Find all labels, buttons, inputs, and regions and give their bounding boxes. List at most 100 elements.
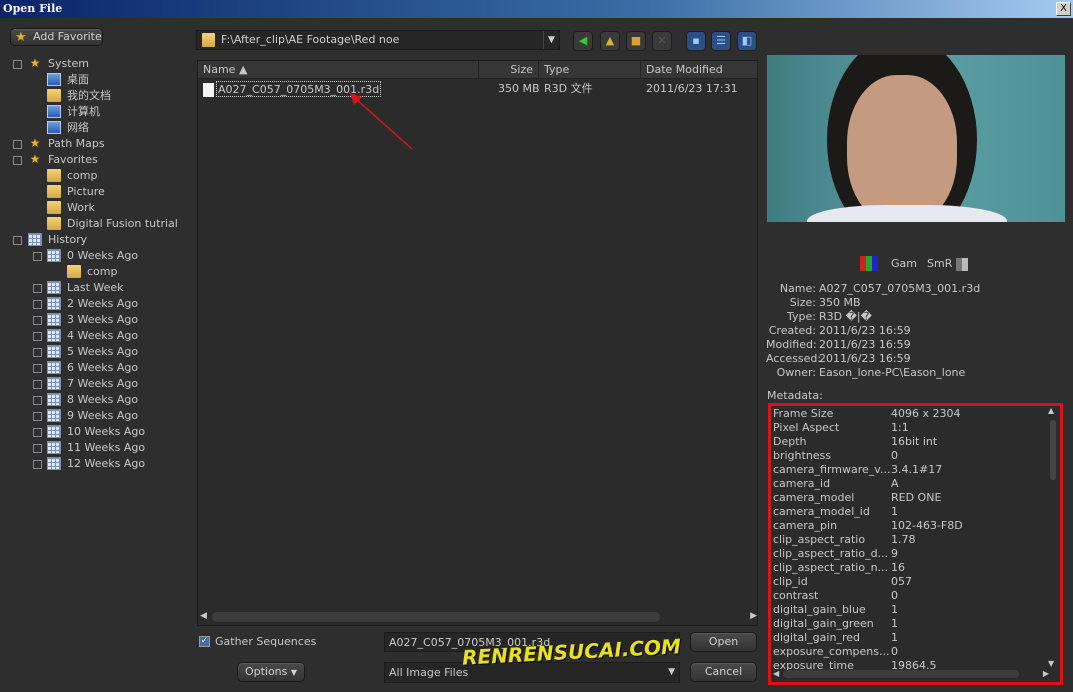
options-button[interactable]: Options ▼ <box>237 662 305 682</box>
view-details-icon[interactable]: ◧ <box>737 31 757 51</box>
cancel-button[interactable]: Cancel <box>690 662 757 682</box>
chevron-down-icon[interactable]: ▼ <box>543 31 559 49</box>
info-label: Accessed: <box>766 352 822 365</box>
tree-item[interactable]: Digital Fusion tutrial <box>0 216 190 232</box>
alpha-channel-icon[interactable] <box>956 258 968 271</box>
options-label: Options <box>244 665 288 678</box>
expand-collapse-checkbox[interactable] <box>33 252 42 261</box>
tree-item[interactable]: 8 Weeks Ago <box>0 392 190 408</box>
tree-item[interactable]: 网络 <box>0 120 190 136</box>
tree-item[interactable]: History <box>0 232 190 248</box>
tree-item[interactable]: 12 Weeks Ago <box>0 456 190 472</box>
tree-item[interactable]: ★ Favorites <box>0 152 190 168</box>
expand-collapse-checkbox[interactable] <box>33 444 42 453</box>
tree-item[interactable]: 5 Weeks Ago <box>0 344 190 360</box>
metadata-key: camera_firmware_v... <box>773 463 891 476</box>
expand-collapse-checkbox[interactable] <box>33 316 42 325</box>
view-icons-icon[interactable]: ▪ <box>686 31 706 51</box>
add-star-icon: ★ <box>15 30 27 45</box>
tree-item[interactable]: 0 Weeks Ago <box>0 248 190 264</box>
file-list-horizontal-scrollbar[interactable]: ◀ ▶ <box>200 611 757 624</box>
info-value: 2011/6/23 16:59 <box>819 352 911 365</box>
open-button[interactable]: Open <box>690 632 757 652</box>
scroll-left-icon[interactable]: ◀ <box>200 611 207 621</box>
info-label: Modified: <box>766 338 817 351</box>
metadata-vertical-scrollbar[interactable]: ▲ ▼ <box>1048 406 1058 668</box>
metadata-value: 1.78 <box>891 533 916 546</box>
gather-sequences-checkbox[interactable]: ✓ <box>199 636 210 647</box>
metadata-key: digital_gain_blue <box>773 603 866 616</box>
view-list-icon[interactable]: ☰ <box>711 31 731 51</box>
tree-item[interactable]: 6 Weeks Ago <box>0 360 190 376</box>
expand-collapse-checkbox[interactable] <box>33 412 42 421</box>
tree-item[interactable]: 4 Weeks Ago <box>0 328 190 344</box>
rgb-channels-icon[interactable] <box>860 256 878 271</box>
metadata-label: Metadata: <box>767 389 823 402</box>
tree-item[interactable]: comp <box>0 168 190 184</box>
tree-item-label: 4 Weeks Ago <box>67 329 139 342</box>
calendar-icon <box>47 361 61 374</box>
metadata-key: contrast <box>773 589 819 602</box>
expand-collapse-checkbox[interactable] <box>33 428 42 437</box>
metadata-value: 1 <box>891 505 898 518</box>
tree-item-label: Work <box>67 201 95 214</box>
folder-icon <box>47 169 61 182</box>
new-folder-icon[interactable]: ■ <box>626 31 646 51</box>
expand-collapse-checkbox[interactable] <box>33 284 42 293</box>
tree-item[interactable]: Last Week <box>0 280 190 296</box>
expand-collapse-checkbox[interactable] <box>33 396 42 405</box>
tree-item[interactable]: 7 Weeks Ago <box>0 376 190 392</box>
title-bar: Open File <box>0 0 1073 18</box>
smr-toggle[interactable]: SmR <box>927 257 952 270</box>
metadata-key: camera_id <box>773 477 831 490</box>
gamma-toggle[interactable]: Gam <box>891 257 917 270</box>
info-value: Eason_lone-PC\Eason_lone <box>819 366 966 379</box>
expand-collapse-checkbox[interactable] <box>33 300 42 309</box>
tree-item[interactable]: 计算机 <box>0 104 190 120</box>
metadata-list[interactable]: Frame Size 4096 x 2304 Pixel Aspect 1:1 Dept… <box>768 403 1063 685</box>
tree-item[interactable]: 11 Weeks Ago <box>0 440 190 456</box>
tree-item[interactable]: 9 Weeks Ago <box>0 408 190 424</box>
tree-item-label: Picture <box>67 185 105 198</box>
back-icon[interactable]: ◀ <box>573 31 593 51</box>
tree-item[interactable]: Picture <box>0 184 190 200</box>
metadata-value: 1 <box>891 617 898 630</box>
expand-collapse-checkbox[interactable] <box>13 140 22 149</box>
column-type[interactable]: Type <box>539 61 641 79</box>
expand-collapse-checkbox[interactable] <box>13 156 22 165</box>
info-value: 2011/6/23 16:59 <box>819 338 911 351</box>
expand-collapse-checkbox[interactable] <box>33 364 42 373</box>
metadata-key: Frame Size <box>773 407 834 420</box>
tree-item[interactable]: Work <box>0 200 190 216</box>
tree-item[interactable]: 2 Weeks Ago <box>0 296 190 312</box>
column-date[interactable]: Date Modified <box>641 61 758 79</box>
tree-item[interactable]: ★ System <box>0 56 190 72</box>
expand-collapse-checkbox[interactable] <box>33 348 42 357</box>
folder-icon <box>202 33 215 47</box>
metadata-horizontal-scrollbar[interactable]: ◀ ▶ <box>773 669 1049 680</box>
file-list[interactable]: Name ▲ Size Type Date Modified A027_C057… <box>197 60 758 626</box>
red-arrow-annotation <box>350 93 413 150</box>
metadata-key: Pixel Aspect <box>773 421 840 434</box>
expand-collapse-checkbox[interactable] <box>33 332 42 341</box>
tree-item[interactable]: 3 Weeks Ago <box>0 312 190 328</box>
scroll-thumb[interactable] <box>212 612 660 622</box>
expand-collapse-checkbox[interactable] <box>13 60 22 69</box>
expand-collapse-checkbox[interactable] <box>33 380 42 389</box>
add-favorite-button[interactable]: ★ Add Favorite <box>10 28 103 46</box>
tree-item[interactable]: comp <box>0 264 190 280</box>
tree-item[interactable]: ★ Path Maps <box>0 136 190 152</box>
tree-item[interactable]: 10 Weeks Ago <box>0 424 190 440</box>
tree-item-label: 12 Weeks Ago <box>67 457 146 470</box>
column-name[interactable]: Name ▲ <box>198 61 479 79</box>
tree-item[interactable]: 桌面 <box>0 72 190 88</box>
up-folder-icon[interactable]: ▲ <box>600 31 620 51</box>
tree-item[interactable]: 我的文档 <box>0 88 190 104</box>
delete-icon[interactable]: ✕ <box>652 31 672 51</box>
path-combobox[interactable]: F:\After_clip\AE Footage\Red noe ▼ <box>196 30 560 50</box>
expand-collapse-checkbox[interactable] <box>13 236 22 245</box>
scroll-right-icon[interactable]: ▶ <box>750 611 757 621</box>
column-size[interactable]: Size <box>479 61 539 79</box>
close-button[interactable]: X <box>1056 2 1071 16</box>
expand-collapse-checkbox[interactable] <box>33 460 42 469</box>
